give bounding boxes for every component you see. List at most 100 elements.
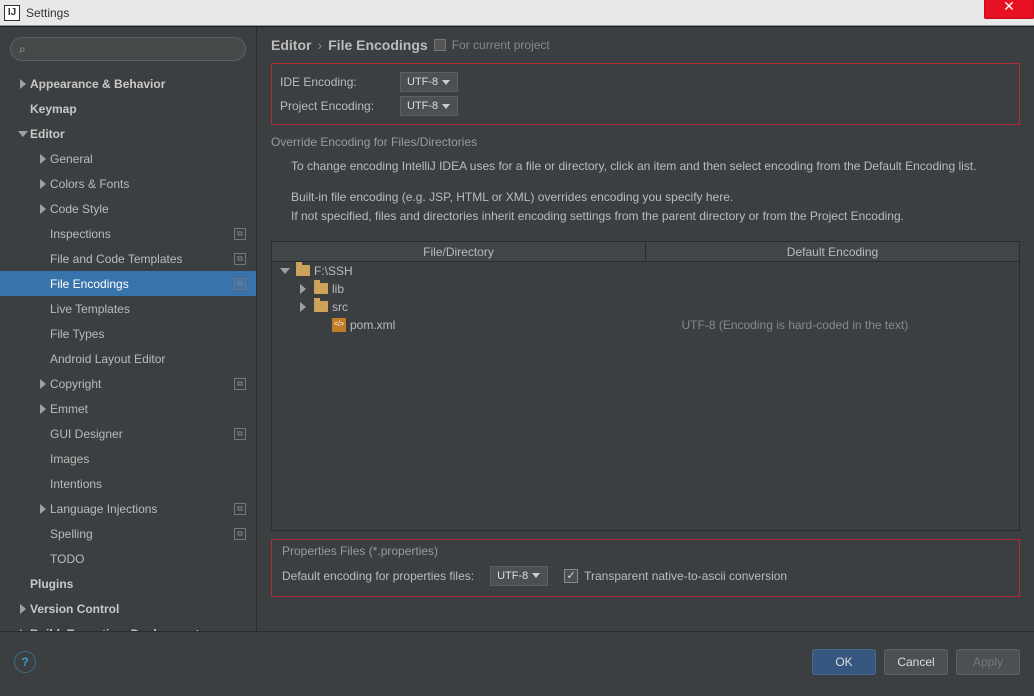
spacer bbox=[36, 452, 50, 466]
folder-icon bbox=[296, 265, 310, 276]
spacer bbox=[16, 577, 30, 591]
breadcrumb-root[interactable]: Editor bbox=[271, 37, 311, 53]
tree-item[interactable]: Android Layout Editor bbox=[0, 346, 256, 371]
tree-item[interactable]: Version Control bbox=[0, 596, 256, 621]
tree-label: File Encodings bbox=[50, 277, 234, 291]
spacer bbox=[36, 302, 50, 316]
table-row[interactable]: src bbox=[272, 298, 1019, 316]
properties-encoding-dropdown[interactable]: UTF-8 bbox=[490, 566, 548, 586]
project-scope-icon: ⧉ bbox=[234, 253, 246, 265]
tree-label: Build, Execution, Deployment bbox=[30, 627, 246, 632]
apply-button[interactable]: Apply bbox=[956, 649, 1020, 675]
chevron-down-icon bbox=[442, 104, 450, 109]
native-to-ascii-label[interactable]: Transparent native-to-ascii conversion bbox=[584, 569, 787, 583]
tree-item[interactable]: Appearance & Behavior bbox=[0, 71, 256, 96]
tree-label: Language Injections bbox=[50, 502, 234, 516]
folder-icon bbox=[314, 301, 328, 312]
table-row[interactable]: F:\SSH bbox=[272, 262, 1019, 280]
project-encoding-dropdown[interactable]: UTF-8 bbox=[400, 96, 458, 116]
spacer bbox=[314, 318, 328, 332]
override-section-title: Override Encoding for Files/Directories bbox=[271, 135, 1020, 149]
spacer bbox=[36, 352, 50, 366]
file-name: lib bbox=[332, 282, 344, 296]
tree-item[interactable]: Keymap bbox=[0, 96, 256, 121]
tree-item[interactable]: Spelling⧉ bbox=[0, 521, 256, 546]
chevron-right-icon: › bbox=[317, 37, 322, 53]
tree-label: Code Style bbox=[50, 202, 246, 216]
help-button[interactable]: ? bbox=[14, 651, 36, 673]
chevron-right-icon bbox=[296, 282, 310, 296]
chevron-down-icon bbox=[532, 573, 540, 578]
tree-item[interactable]: Emmet bbox=[0, 396, 256, 421]
chevron-right-icon bbox=[16, 602, 30, 616]
app-icon: IJ bbox=[4, 5, 20, 21]
spacer bbox=[36, 252, 50, 266]
tree-item[interactable]: Editor bbox=[0, 121, 256, 146]
spacer bbox=[36, 327, 50, 341]
chevron-right-icon bbox=[16, 77, 30, 91]
spacer bbox=[36, 552, 50, 566]
tree-item[interactable]: General bbox=[0, 146, 256, 171]
tree-label: File Types bbox=[50, 327, 246, 341]
search-icon: ⌕ bbox=[19, 42, 26, 57]
project-scope-icon: ⧉ bbox=[234, 378, 246, 390]
chevron-right-icon bbox=[36, 402, 50, 416]
project-scope-icon bbox=[434, 39, 446, 51]
window-title: Settings bbox=[26, 6, 69, 20]
ok-button[interactable]: OK bbox=[812, 649, 876, 675]
tree-item[interactable]: Language Injections⧉ bbox=[0, 496, 256, 521]
tree-item[interactable]: Images bbox=[0, 446, 256, 471]
cancel-button[interactable]: Cancel bbox=[884, 649, 948, 675]
col-encoding[interactable]: Default Encoding bbox=[646, 242, 1019, 261]
chevron-down-icon bbox=[442, 80, 450, 85]
tree-label: Keymap bbox=[30, 102, 246, 116]
breadcrumb-leaf: File Encodings bbox=[328, 37, 428, 53]
project-scope-icon: ⧉ bbox=[234, 528, 246, 540]
tree-item[interactable]: Intentions bbox=[0, 471, 256, 496]
tree-label: GUI Designer bbox=[50, 427, 234, 441]
tree-item[interactable]: Plugins bbox=[0, 571, 256, 596]
tree-item[interactable]: File Encodings⧉ bbox=[0, 271, 256, 296]
table-row[interactable]: lib bbox=[272, 280, 1019, 298]
spacer bbox=[36, 477, 50, 491]
tree-label: File and Code Templates bbox=[50, 252, 234, 266]
tree-label: Appearance & Behavior bbox=[30, 77, 246, 91]
tree-item[interactable]: Code Style bbox=[0, 196, 256, 221]
tree-item[interactable]: File and Code Templates⧉ bbox=[0, 246, 256, 271]
table-row[interactable]: </> pom.xml UTF-8 (Encoding is hard-coded … bbox=[272, 316, 1019, 334]
folder-icon bbox=[314, 283, 328, 294]
tree-item[interactable]: Build, Execution, Deployment bbox=[0, 621, 256, 631]
file-name: F:\SSH bbox=[314, 264, 353, 278]
search-input[interactable]: ⌕ bbox=[10, 37, 246, 61]
tree-label: Live Templates bbox=[50, 302, 246, 316]
tree-item[interactable]: TODO bbox=[0, 546, 256, 571]
tree-item[interactable]: Live Templates bbox=[0, 296, 256, 321]
native-to-ascii-checkbox[interactable]: ✓ bbox=[564, 569, 578, 583]
tree-label: Copyright bbox=[50, 377, 234, 391]
tree-label: Plugins bbox=[30, 577, 246, 591]
project-scope-icon: ⧉ bbox=[234, 428, 246, 440]
tree-item[interactable]: File Types bbox=[0, 321, 256, 346]
tree-item[interactable]: Inspections⧉ bbox=[0, 221, 256, 246]
chevron-right-icon bbox=[36, 152, 50, 166]
override-help-1: To change encoding IntelliJ IDEA uses fo… bbox=[291, 157, 1020, 176]
spacer bbox=[36, 227, 50, 241]
properties-section-title: Properties Files (*.properties) bbox=[282, 544, 1009, 558]
tree-label: Inspections bbox=[50, 227, 234, 241]
close-button[interactable]: ✕ bbox=[984, 0, 1034, 19]
xml-file-icon: </> bbox=[332, 318, 346, 332]
tree-item[interactable]: GUI Designer⧉ bbox=[0, 421, 256, 446]
encoding-cell: UTF-8 (Encoding is hard-coded in the tex… bbox=[652, 318, 1020, 332]
spacer bbox=[36, 527, 50, 541]
tree-label: Editor bbox=[30, 127, 246, 141]
ide-encoding-dropdown[interactable]: UTF-8 bbox=[400, 72, 458, 92]
project-encoding-label: Project Encoding: bbox=[280, 99, 390, 113]
tree-item[interactable]: Copyright⧉ bbox=[0, 371, 256, 396]
override-help-2: Built-in file encoding (e.g. JSP, HTML o… bbox=[291, 188, 1020, 226]
col-file[interactable]: File/Directory bbox=[272, 242, 646, 261]
tree-item[interactable]: Colors & Fonts bbox=[0, 171, 256, 196]
project-scope-icon: ⧉ bbox=[234, 503, 246, 515]
tree-label: Android Layout Editor bbox=[50, 352, 246, 366]
chevron-right-icon bbox=[16, 627, 30, 632]
file-name: pom.xml bbox=[350, 318, 395, 332]
